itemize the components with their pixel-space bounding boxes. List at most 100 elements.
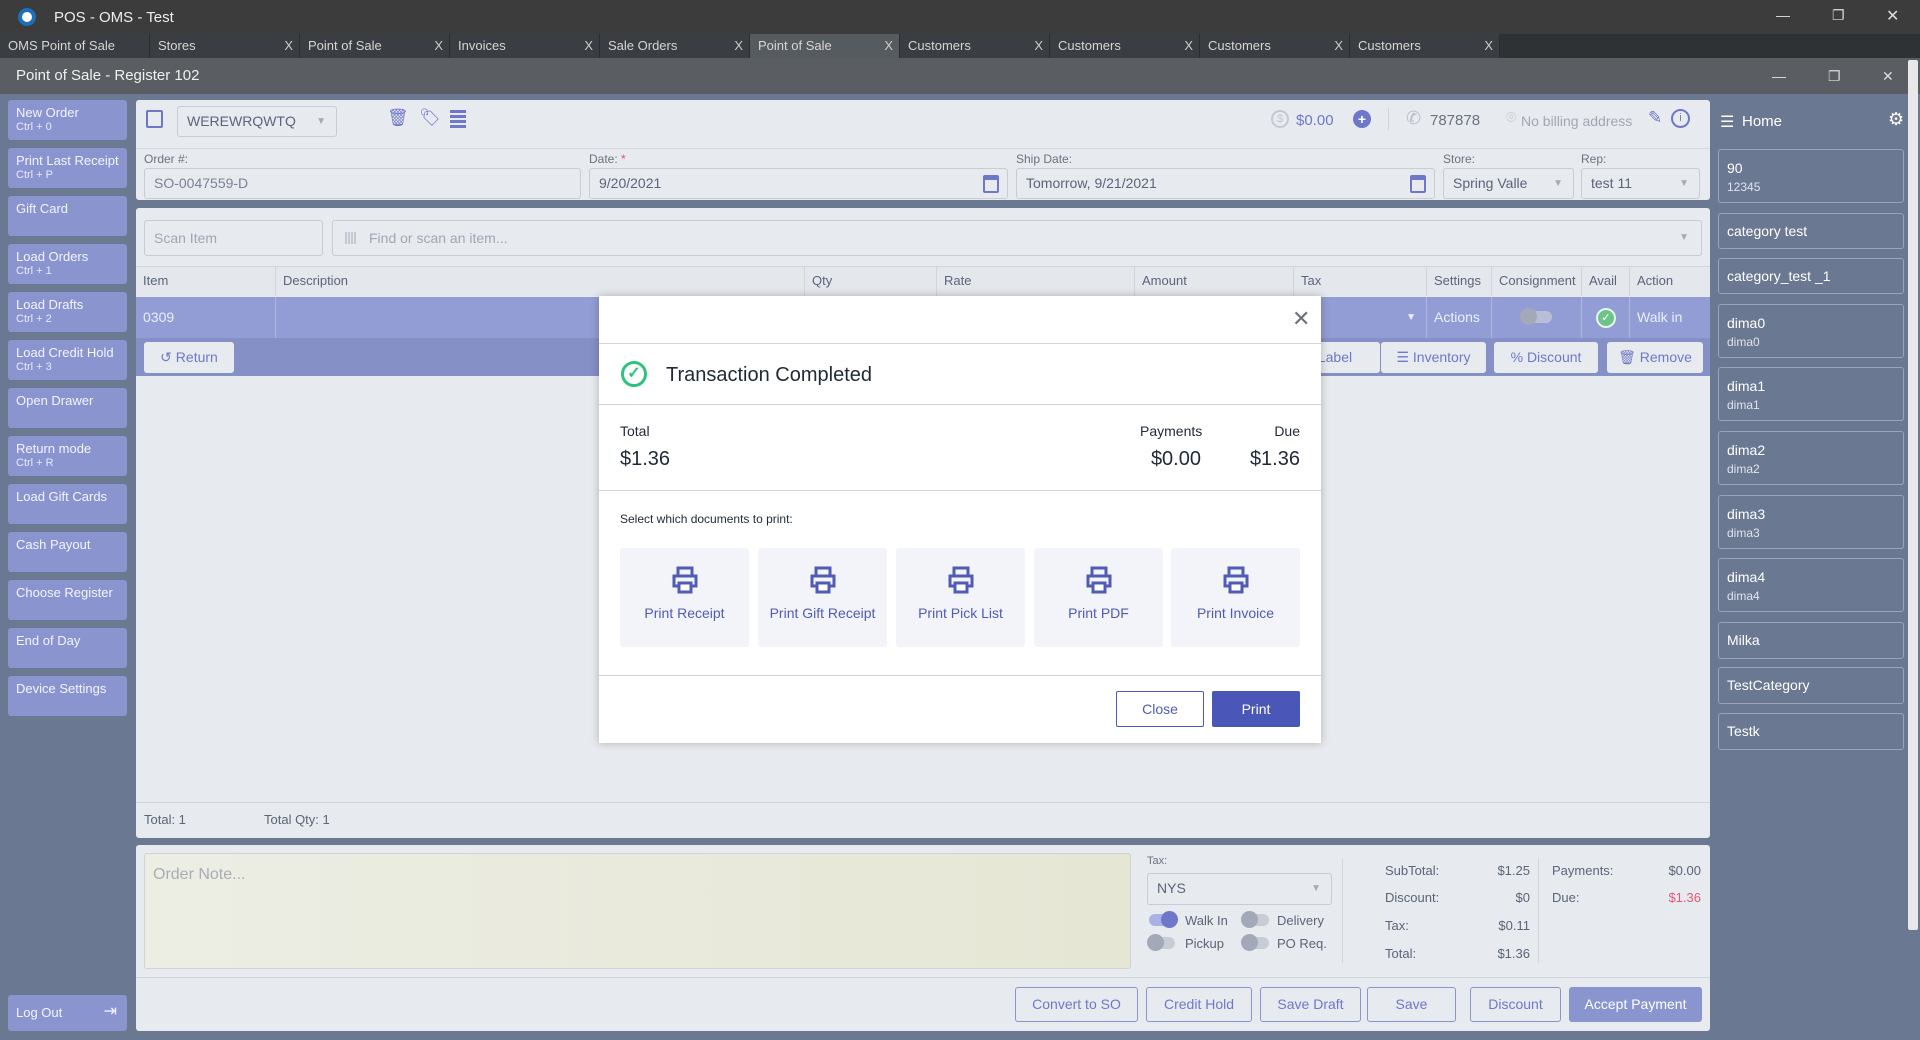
rep-select[interactable]: test 11 ▼ bbox=[1581, 168, 1700, 199]
gear-icon[interactable]: ⚙ bbox=[1888, 109, 1904, 130]
tab-close-icon[interactable]: X bbox=[584, 34, 593, 58]
col-rate[interactable]: Rate bbox=[937, 266, 1135, 296]
sidebar-load-orders[interactable]: Load Orders Ctrl + 1 bbox=[8, 244, 127, 284]
sidebar-cash-payout[interactable]: Cash Payout bbox=[8, 532, 127, 572]
tab-customers[interactable]: Customers X bbox=[1050, 34, 1200, 58]
tab-close-icon[interactable]: X bbox=[434, 34, 443, 58]
cell-action[interactable]: Walk in bbox=[1630, 297, 1710, 338]
col-tax[interactable]: Tax bbox=[1294, 266, 1427, 296]
col-avail[interactable]: Avail bbox=[1582, 266, 1630, 296]
receipt-icon[interactable] bbox=[450, 110, 466, 128]
tab-oms-pos[interactable]: OMS Point of Sale bbox=[0, 34, 150, 58]
col-qty[interactable]: Qty bbox=[805, 266, 937, 296]
modal-print-button[interactable]: Print bbox=[1212, 691, 1300, 727]
accept-payment-button[interactable]: Accept Payment bbox=[1569, 987, 1702, 1022]
store-select[interactable]: Spring Valle ▼ bbox=[1443, 168, 1574, 199]
print-pick-list-option[interactable]: Print Pick List bbox=[896, 548, 1025, 647]
discount-order-button[interactable]: Discount bbox=[1470, 987, 1561, 1022]
date-field[interactable]: 9/20/2021 bbox=[589, 168, 1008, 199]
category-item[interactable]: category_test _1 bbox=[1718, 258, 1904, 294]
tab-stores[interactable]: Stores X bbox=[150, 34, 300, 58]
category-item[interactable]: Testk bbox=[1718, 713, 1904, 750]
sidebar-gift-card[interactable]: Gift Card bbox=[8, 196, 127, 236]
edit-icon[interactable]: ✎ bbox=[1648, 108, 1662, 128]
save-draft-button[interactable]: Save Draft bbox=[1260, 987, 1361, 1022]
sidebar-return-mode[interactable]: Return mode Ctrl + R bbox=[8, 436, 127, 476]
modal-close-button[interactable]: Close bbox=[1116, 691, 1204, 727]
category-item[interactable]: Milka bbox=[1718, 622, 1904, 659]
tag-icon[interactable]: 🏷 bbox=[419, 108, 441, 128]
tab-customers[interactable]: Customers X bbox=[1350, 34, 1500, 58]
col-item[interactable]: Item bbox=[136, 266, 276, 296]
save-button[interactable]: Save bbox=[1367, 987, 1456, 1022]
restore-button[interactable]: ❐ bbox=[1832, 7, 1845, 24]
print-gift-receipt-option[interactable]: Print Gift Receipt bbox=[758, 548, 887, 647]
tab-customers[interactable]: Customers X bbox=[900, 34, 1050, 58]
pickup-toggle[interactable]: Pickup bbox=[1147, 934, 1237, 952]
category-item[interactable]: category test bbox=[1718, 213, 1904, 249]
sidebar-new-order[interactable]: New Order Ctrl + 0 bbox=[8, 100, 127, 140]
sidebar-device-settings[interactable]: Device Settings bbox=[8, 676, 127, 716]
tab-point-of-sale[interactable]: Point of Sale X bbox=[300, 34, 450, 58]
close-icon[interactable]: ✕ bbox=[1292, 306, 1310, 332]
ship-date-field[interactable]: Tomorrow, 9/21/2021 bbox=[1016, 168, 1435, 199]
tab-close-icon[interactable]: X bbox=[734, 34, 743, 58]
col-settings[interactable]: Settings bbox=[1427, 266, 1492, 296]
po-req-toggle[interactable]: PO Req. bbox=[1241, 934, 1341, 952]
delivery-toggle[interactable]: Delivery bbox=[1241, 911, 1341, 929]
credit-hold-button[interactable]: Credit Hold bbox=[1146, 987, 1252, 1022]
customer-contact-icon[interactable] bbox=[146, 110, 163, 128]
restore-button[interactable]: ❐ bbox=[1828, 58, 1841, 94]
category-item[interactable]: dima0 dima0 bbox=[1718, 304, 1904, 358]
sidebar-open-drawer[interactable]: Open Drawer bbox=[8, 388, 127, 428]
tab-close-icon[interactable]: X bbox=[1034, 34, 1043, 58]
sidebar-load-gift-cards[interactable]: Load Gift Cards bbox=[8, 484, 127, 524]
tab-close-icon[interactable]: X bbox=[884, 34, 893, 58]
category-item[interactable]: dima1 dima1 bbox=[1718, 367, 1904, 421]
info-icon[interactable]: i bbox=[1671, 109, 1690, 128]
col-description[interactable]: Description bbox=[276, 266, 805, 296]
tab-close-icon[interactable]: X bbox=[284, 34, 293, 58]
tax-select[interactable]: NYS ▼ bbox=[1147, 873, 1332, 905]
scrollbar[interactable] bbox=[1908, 60, 1918, 930]
col-consignment[interactable]: Consignment bbox=[1492, 266, 1582, 296]
cell-settings-actions[interactable]: Actions bbox=[1427, 297, 1492, 338]
col-amount[interactable]: Amount bbox=[1135, 266, 1294, 296]
calendar-icon[interactable] bbox=[1410, 175, 1426, 193]
col-action[interactable]: Action bbox=[1630, 266, 1710, 296]
print-receipt-option[interactable]: Print Receipt bbox=[620, 548, 749, 647]
print-invoice-option[interactable]: Print Invoice bbox=[1171, 548, 1300, 647]
tab-sale-orders[interactable]: Sale Orders X bbox=[600, 34, 750, 58]
calendar-icon[interactable] bbox=[983, 175, 999, 193]
close-button[interactable]: ✕ bbox=[1882, 58, 1894, 94]
remove-button[interactable]: 🗑 Remove bbox=[1607, 342, 1703, 373]
inventory-button[interactable]: ☰ Inventory bbox=[1381, 342, 1486, 373]
trash-icon[interactable]: 🗑 bbox=[387, 108, 409, 128]
tab-invoices[interactable]: Invoices X bbox=[450, 34, 600, 58]
minimize-button[interactable]: — bbox=[1772, 58, 1786, 94]
logout-button[interactable]: Log Out ⇥ bbox=[8, 995, 127, 1031]
category-item[interactable]: TestCategory bbox=[1718, 667, 1904, 704]
convert-to-so-button[interactable]: Convert to SO bbox=[1015, 987, 1138, 1022]
scan-item-input[interactable]: Scan Item bbox=[144, 220, 323, 256]
category-item[interactable]: 90 12345 bbox=[1718, 149, 1904, 203]
return-button[interactable]: ↺ Return bbox=[144, 342, 234, 373]
consignment-toggle[interactable] bbox=[1492, 297, 1582, 338]
close-window-button[interactable]: ✕ bbox=[1886, 6, 1899, 26]
sidebar-choose-register[interactable]: Choose Register bbox=[8, 580, 127, 620]
sidebar-load-drafts[interactable]: Load Drafts Ctrl + 2 bbox=[8, 292, 127, 332]
minimize-button[interactable]: — bbox=[1776, 7, 1790, 23]
walk-in-toggle[interactable]: Walk In bbox=[1147, 911, 1237, 929]
customer-select[interactable]: WEREWRQWTQ ▼ bbox=[177, 106, 337, 137]
order-number-field[interactable]: SO-0047559-D bbox=[144, 168, 581, 199]
category-item[interactable]: dima2 dima2 bbox=[1718, 431, 1904, 485]
category-item[interactable]: dima3 dima3 bbox=[1718, 495, 1904, 549]
print-pdf-option[interactable]: Print PDF bbox=[1034, 548, 1163, 647]
sidebar-end-of-day[interactable]: End of Day bbox=[8, 628, 127, 668]
category-item[interactable]: dima4 dima4 bbox=[1718, 558, 1904, 612]
tab-customers[interactable]: Customers X bbox=[1200, 34, 1350, 58]
item-search-input[interactable]: Find or scan an item... ▼ bbox=[332, 220, 1702, 256]
tab-point-of-sale-active[interactable]: Point of Sale X bbox=[750, 34, 900, 58]
add-payment-icon[interactable]: + bbox=[1353, 110, 1371, 128]
menu-icon[interactable]: ☰ bbox=[1720, 112, 1734, 132]
